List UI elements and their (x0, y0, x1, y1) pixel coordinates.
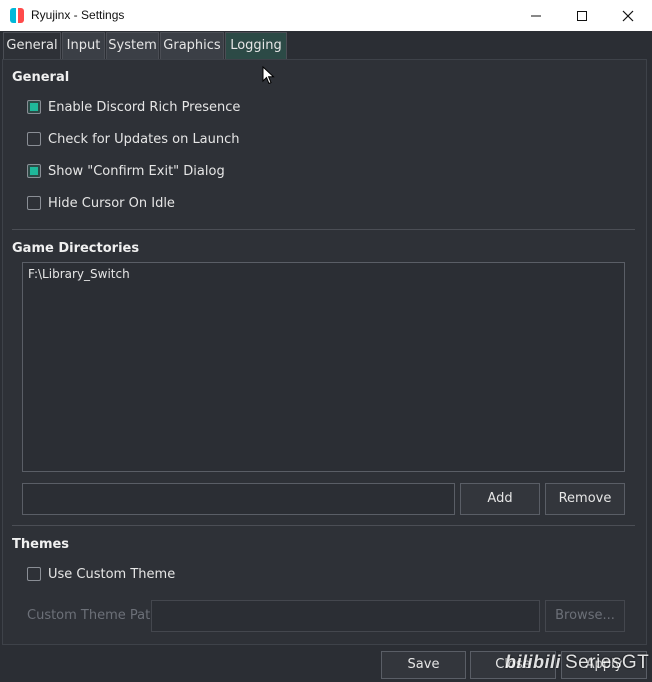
window-title: Ryujinx - Settings (31, 8, 125, 22)
list-item[interactable]: F:\Library_Switch (28, 267, 130, 281)
custom-theme-label: Use Custom Theme (48, 566, 176, 582)
game-directory-input[interactable] (22, 483, 455, 515)
discord-presence-option[interactable]: Enable Discord Rich Presence (27, 98, 240, 116)
hide-cursor-label: Hide Cursor On Idle (48, 195, 175, 211)
title-bar: Ryujinx - Settings (0, 0, 652, 31)
close-icon (622, 10, 634, 21)
video-watermark: bilibili SeriesGT (505, 652, 649, 674)
custom-theme-option[interactable]: Use Custom Theme (27, 565, 175, 583)
custom-theme-path-input[interactable] (151, 600, 540, 632)
general-section-title: General (12, 70, 70, 85)
custom-theme-checkbox[interactable] (27, 567, 41, 581)
game-directories-list[interactable]: F:\Library_Switch (22, 262, 625, 472)
bilibili-logo-icon: bilibili (505, 652, 561, 672)
custom-theme-path-label: Custom Theme Path: (27, 608, 163, 623)
discord-presence-label: Enable Discord Rich Presence (48, 99, 241, 115)
remove-directory-button[interactable]: Remove (545, 483, 625, 515)
section-divider (12, 525, 635, 526)
themes-section-title: Themes (12, 537, 70, 552)
minimize-button[interactable] (513, 0, 559, 31)
tab-input[interactable]: Input (62, 32, 105, 59)
hide-cursor-checkbox[interactable] (27, 196, 41, 210)
add-directory-button[interactable]: Add (460, 483, 540, 515)
minimize-icon (531, 15, 541, 16)
discord-presence-checkbox[interactable] (27, 100, 41, 114)
hide-cursor-option[interactable]: Hide Cursor On Idle (27, 194, 175, 212)
maximize-icon (577, 10, 587, 21)
save-button[interactable]: Save (381, 651, 466, 679)
confirm-exit-option[interactable]: Show "Confirm Exit" Dialog (27, 162, 225, 180)
check-updates-label: Check for Updates on Launch (48, 131, 240, 147)
confirm-exit-label: Show "Confirm Exit" Dialog (48, 163, 225, 179)
section-divider (12, 229, 635, 230)
browse-theme-button[interactable]: Browse... (545, 600, 625, 632)
tab-graphics[interactable]: Graphics (160, 32, 224, 59)
check-updates-option[interactable]: Check for Updates on Launch (27, 130, 240, 148)
confirm-exit-checkbox[interactable] (27, 164, 41, 178)
mouse-cursor-icon (262, 65, 275, 89)
watermark-text: SeriesGT (565, 652, 650, 673)
tab-system[interactable]: System (106, 32, 159, 59)
check-updates-checkbox[interactable] (27, 132, 41, 146)
tab-general[interactable]: General (3, 32, 61, 59)
close-window-button[interactable] (605, 0, 651, 31)
maximize-button[interactable] (559, 0, 605, 31)
ryujinx-logo-icon (10, 8, 24, 23)
game-directories-title: Game Directories (12, 241, 140, 256)
tab-logging[interactable]: Logging (225, 32, 287, 59)
